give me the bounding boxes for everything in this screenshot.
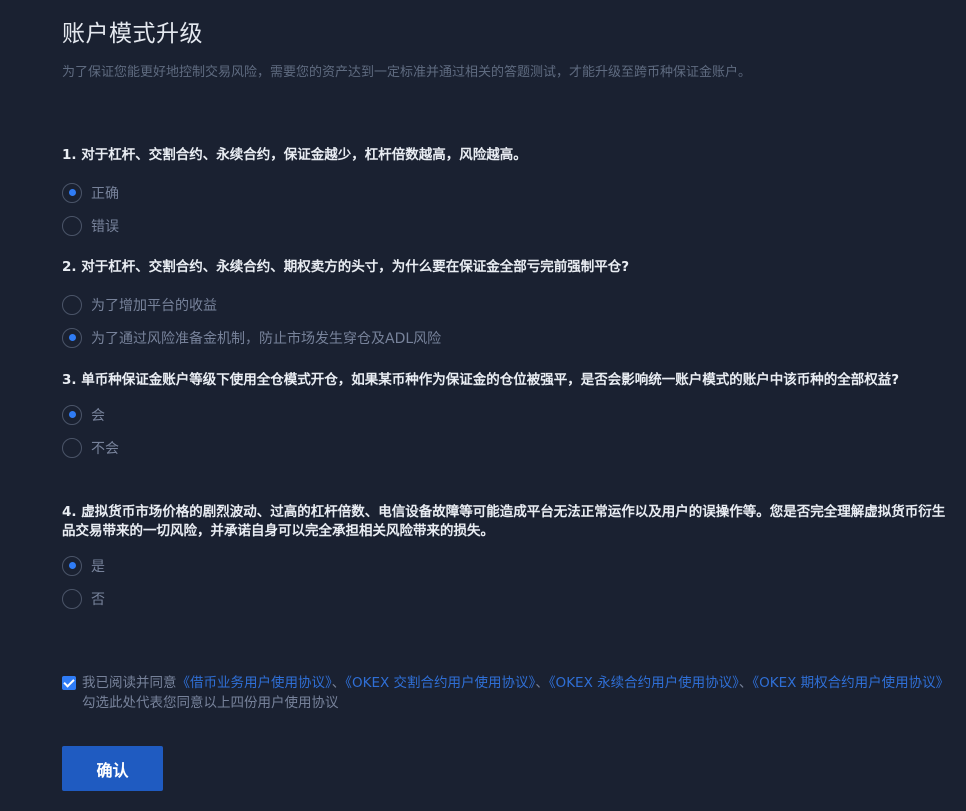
option-label: 为了通过风险准备金机制，防止市场发生穿仓及ADL风险 xyxy=(91,330,442,347)
radio-checked-icon[interactable] xyxy=(62,182,82,203)
radio-unchecked-icon[interactable] xyxy=(62,588,82,609)
radio-checked-icon[interactable] xyxy=(62,404,82,425)
question-1: 1. 对于杠杆、交割合约、永续合约，保证金越少，杠杆倍数越高，风险越高。 正确 … xyxy=(62,146,952,242)
radio-checked-icon[interactable] xyxy=(62,555,82,576)
question-2-option-b[interactable]: 为了通过风险准备金机制，防止市场发生穿仓及ADL风险 xyxy=(62,321,952,354)
question-2: 2. 对于杠杆、交割合约、永续合约、期权卖方的头寸，为什么要在保证金全部亏完前强… xyxy=(62,258,952,354)
question-3-option-no[interactable]: 不会 xyxy=(62,431,952,464)
question-1-text: 1. 对于杠杆、交割合约、永续合约，保证金越少，杠杆倍数越高，风险越高。 xyxy=(62,147,527,163)
option-label: 否 xyxy=(91,591,105,608)
question-4: 4. 虚拟货币市场价格的剧烈波动、过高的杠杆倍数、电信设备故障等可能造成平台无法… xyxy=(62,503,952,615)
question-3-option-yes[interactable]: 会 xyxy=(62,398,952,431)
page-title: 账户模式升级 xyxy=(62,21,203,47)
option-label: 错误 xyxy=(91,218,119,235)
question-4-option-no[interactable]: 否 xyxy=(62,582,952,615)
question-2-option-a[interactable]: 为了增加平台的收益 xyxy=(62,288,952,321)
question-3: 3. 单币种保证金账户等级下使用全仓模式开仓，如果某币种作为保证金的仓位被强平，… xyxy=(62,371,952,464)
confirm-button[interactable]: 确认 xyxy=(62,746,163,791)
page-subtitle: 为了保证您能更好地控制交易风险，需要您的资产达到一定标准并通过相关的答题测试，才… xyxy=(62,65,752,80)
agreement-separator: 、 xyxy=(331,675,346,691)
option-label: 是 xyxy=(91,558,105,575)
link-borrow-agreement[interactable]: 《借币业务用户使用协议》 xyxy=(177,675,332,691)
option-label: 不会 xyxy=(91,440,119,457)
agreement-separator: 、 xyxy=(738,675,753,691)
option-label: 正确 xyxy=(91,185,119,202)
agreement-text: 我已阅读并同意《借币业务用户使用协议》、《OKEX 交割合约用户使用协议》、《O… xyxy=(82,673,952,713)
radio-unchecked-icon[interactable] xyxy=(62,437,82,458)
agreement-prefix: 我已阅读并同意 xyxy=(82,675,177,691)
radio-unchecked-icon[interactable] xyxy=(62,294,82,315)
agreement-suffix: 勾选此处代表您同意以上四份用户使用协议 xyxy=(82,695,339,711)
question-2-text: 2. 对于杠杆、交割合约、永续合约、期权卖方的头寸，为什么要在保证金全部亏完前强… xyxy=(62,259,630,275)
question-4-text: 4. 虚拟货币市场价格的剧烈波动、过高的杠杆倍数、电信设备故障等可能造成平台无法… xyxy=(62,504,946,539)
upgrade-page: 账户模式升级 为了保证您能更好地控制交易风险，需要您的资产达到一定标准并通过相关… xyxy=(0,0,966,811)
option-label: 会 xyxy=(91,407,105,424)
link-futures-agreement[interactable]: 《OKEX 交割合约用户使用协议》 xyxy=(345,675,535,691)
question-1-option-correct[interactable]: 正确 xyxy=(62,176,952,209)
link-perpetual-agreement[interactable]: 《OKEX 永续合约用户使用协议》 xyxy=(549,675,739,691)
radio-unchecked-icon[interactable] xyxy=(62,215,82,236)
question-3-text: 3. 单币种保证金账户等级下使用全仓模式开仓，如果某币种作为保证金的仓位被强平，… xyxy=(62,372,900,388)
agreement-row: 我已阅读并同意《借币业务用户使用协议》、《OKEX 交割合约用户使用协议》、《O… xyxy=(62,673,952,713)
option-label: 为了增加平台的收益 xyxy=(91,297,217,314)
link-options-agreement[interactable]: 《OKEX 期权合约用户使用协议》 xyxy=(752,675,949,691)
agreement-checkbox[interactable] xyxy=(62,676,76,690)
agreement-separator: 、 xyxy=(535,675,549,691)
question-4-option-yes[interactable]: 是 xyxy=(62,549,952,582)
question-1-option-wrong[interactable]: 错误 xyxy=(62,209,952,242)
radio-checked-icon[interactable] xyxy=(62,327,82,348)
